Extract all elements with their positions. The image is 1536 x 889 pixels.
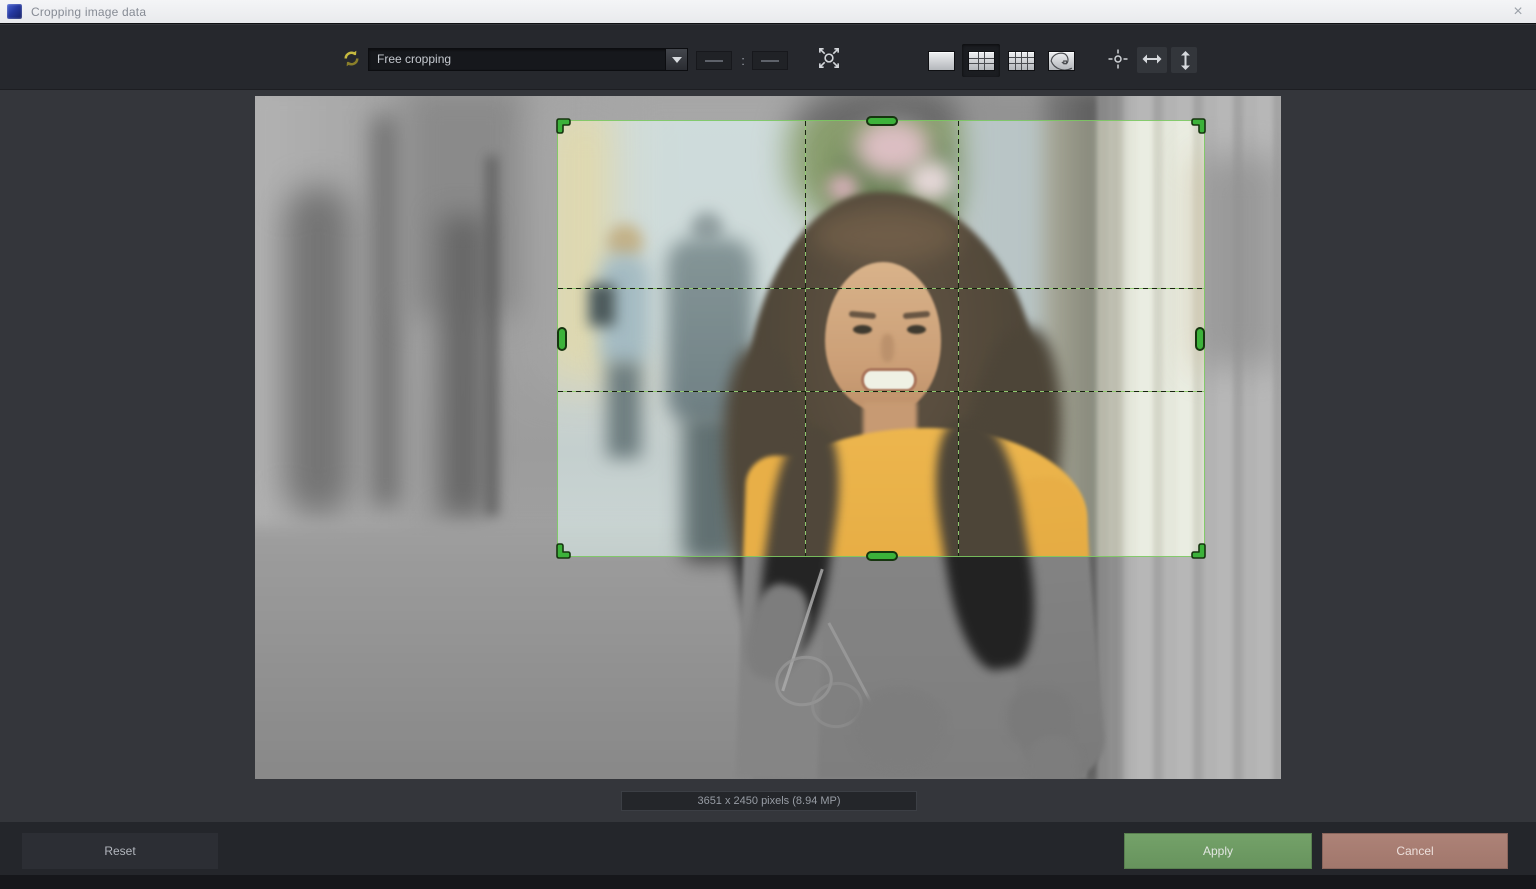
crop-handle-right[interactable] [1195,327,1205,351]
crosshair-icon [1106,47,1130,74]
dropdown-arrow-button[interactable] [665,49,687,70]
vertical-resize-button[interactable] [1171,47,1197,73]
ratio-height-placeholder [761,60,779,62]
rotate-icon [341,48,362,72]
expand-selection-icon [815,44,843,75]
scene-dark2 [373,116,399,506]
horizontal-arrows-icon [1140,52,1164,69]
scene-hand2 [853,688,945,768]
crop-handle-bottom-left[interactable] [554,542,572,560]
overlay-none-icon [928,51,955,71]
grid-line-horizontal-2 [558,391,1204,392]
crop-preset-dropdown[interactable]: Free cropping [368,48,688,71]
expand-selection-button[interactable] [813,43,845,75]
scene-dark1 [285,186,351,516]
golden-spiral-icon [1048,51,1075,71]
ratio-height-input[interactable] [752,51,788,70]
toolbar: Free cropping : [0,25,1536,90]
crop-handle-bottom-right[interactable] [1190,542,1208,560]
center-crosshair-button[interactable] [1104,46,1132,74]
grid-line-horizontal-1 [558,288,1204,289]
scene-colwarm [1195,156,1281,366]
cropping-dialog: Cropping image data × Free cropping : [0,0,1536,889]
overlay-dense-grid-button[interactable] [1002,44,1040,77]
crop-handle-left[interactable] [557,327,567,351]
rotate-button[interactable] [338,47,364,73]
apply-button[interactable]: Apply [1124,833,1312,869]
crop-handle-bottom[interactable] [866,551,898,561]
titlebar: Cropping image data × [0,0,1536,24]
scene-pole [487,156,497,516]
grid-line-vertical-2 [958,121,959,556]
overlay-none-button[interactable] [922,44,960,77]
golden-spiral-button[interactable] [1042,44,1080,77]
crop-region[interactable] [557,120,1205,557]
overlay-dense-grid-icon [1008,51,1035,71]
grid-line-vertical-1 [805,121,806,556]
window-title: Cropping image data [31,5,146,19]
cancel-button[interactable]: Cancel [1322,833,1508,869]
chevron-down-icon [672,57,682,63]
crop-handle-top-right[interactable] [1190,117,1208,135]
status-dimensions: 3651 x 2450 pixels (8.94 MP) [621,791,917,811]
reset-button[interactable]: Reset [22,833,218,869]
bottom-strip [0,875,1536,889]
app-icon [7,4,22,19]
vertical-arrows-icon [1176,48,1193,72]
crop-canvas [0,90,1536,822]
crop-handle-top-left[interactable] [554,117,572,135]
ratio-width-input[interactable] [696,51,732,70]
photo[interactable] [255,96,1281,779]
overlay-phi-grid-button[interactable] [962,44,1000,77]
scene-dark3 [440,216,486,516]
overlay-phi-grid-icon [968,51,995,71]
crop-preset-value: Free cropping [377,49,687,69]
scene-hand3 [1027,736,1079,779]
ratio-separator: : [737,51,749,70]
close-button[interactable]: × [1506,1,1530,22]
ratio-width-placeholder [705,60,723,62]
crop-handle-top[interactable] [866,116,898,126]
horizontal-resize-button[interactable] [1137,47,1167,73]
